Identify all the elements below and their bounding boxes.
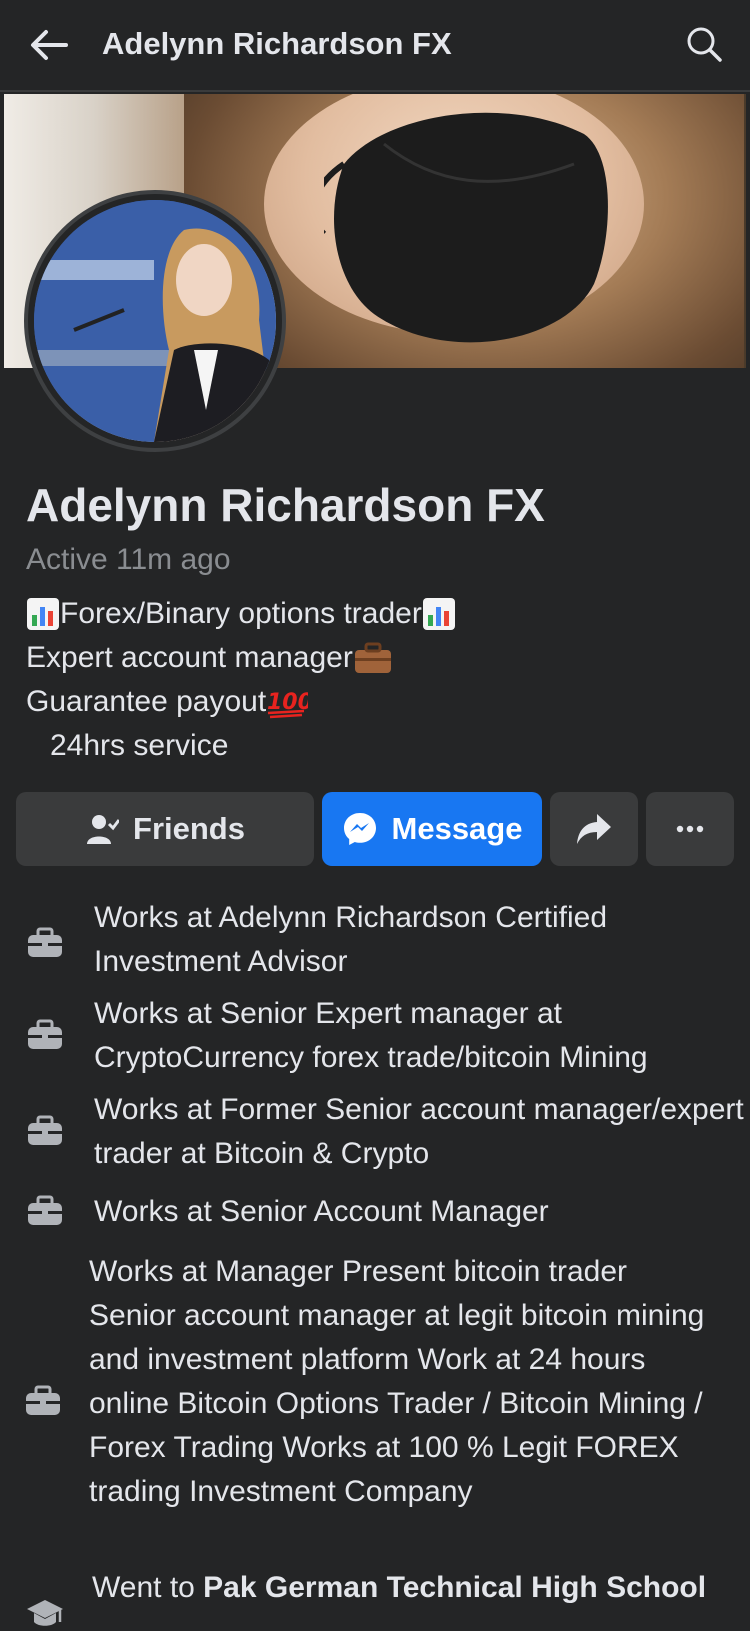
search-icon[interactable]	[684, 24, 724, 64]
bio-line-4-text: 24hrs service	[50, 729, 229, 762]
work-item-text: Works at Adelynn Richardson Certified In…	[94, 901, 608, 978]
page-title: Adelynn Richardson FX	[102, 26, 452, 61]
share-arrow-icon	[577, 814, 611, 844]
graduation-cap-icon	[27, 1600, 63, 1626]
briefcase-icon	[28, 1019, 62, 1049]
work-item-text: Works at Manager Present bitcoin trader …	[89, 1255, 705, 1508]
top-bar: Adelynn Richardson FX	[0, 0, 750, 92]
briefcase-icon	[28, 1115, 62, 1145]
share-button[interactable]	[550, 792, 638, 866]
education-text: Went to Pak German Technical High School	[92, 1566, 732, 1610]
work-item-text: Works at Former Senior account manager/e…	[94, 1093, 744, 1170]
avatar[interactable]	[34, 200, 276, 442]
work-item-text: Works at Senior Expert manager at Crypto…	[94, 997, 648, 1074]
bio-line-2: Expert account manager	[26, 636, 456, 680]
friends-button-label: Friends	[133, 811, 245, 846]
bio-line-3-text: Guarantee payout	[26, 685, 267, 718]
message-button[interactable]: Message	[322, 792, 542, 866]
briefcase-icon	[26, 1385, 60, 1415]
work-item-text: Works at Senior Account Manager	[94, 1195, 549, 1228]
briefcase-emoji-icon	[354, 642, 391, 673]
messenger-icon	[343, 813, 376, 845]
briefcase-icon	[28, 1195, 62, 1225]
arrow-left-icon[interactable]	[26, 22, 72, 68]
profile-bio: Forex/Binary options trader Expert accou…	[26, 592, 456, 768]
bar-chart-icon	[27, 598, 59, 630]
briefcase-icon	[28, 927, 62, 957]
bio-line-2-text: Expert account manager	[26, 641, 353, 674]
friend-check-icon	[87, 815, 120, 844]
message-button-label: Message	[391, 811, 523, 846]
active-status: Active 11m ago	[26, 543, 231, 576]
friends-button[interactable]: Friends	[16, 792, 314, 866]
bio-line-1: Forex/Binary options trader	[26, 592, 456, 636]
profile-name: Adelynn Richardson FX	[26, 479, 545, 531]
education-school-link[interactable]: Pak German Technical High School	[203, 1571, 706, 1604]
bio-line-4: 24hrs service	[26, 724, 456, 768]
bar-chart-icon	[422, 598, 455, 630]
more-button[interactable]	[646, 792, 734, 866]
hundred-points-icon: 100	[267, 690, 308, 719]
bio-line-1-text: Forex/Binary options trader	[60, 597, 422, 630]
more-dots-icon	[676, 825, 704, 833]
bio-line-3: Guarantee payout 100	[26, 680, 456, 724]
education-prefix: Went to	[92, 1571, 204, 1604]
